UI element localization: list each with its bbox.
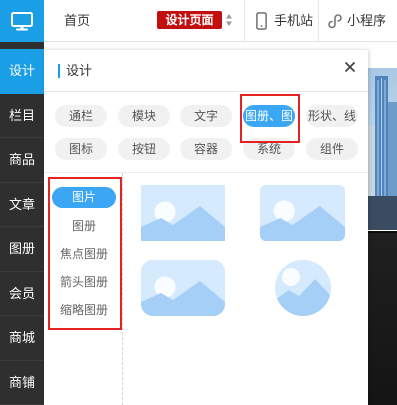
title-accent-bar: [58, 64, 60, 78]
category-tag-selected[interactable]: 图册、图: [243, 105, 295, 127]
logo-button[interactable]: [0, 0, 44, 42]
image-square-icon: [141, 185, 225, 241]
category-tag[interactable]: 系统: [243, 138, 295, 160]
sidebar-item-shops[interactable]: 商铺: [0, 361, 44, 405]
mini-program-icon: [328, 14, 342, 29]
close-icon[interactable]: [344, 61, 356, 73]
mini-program-label: 小程序: [347, 13, 387, 28]
sidebar-item-columns[interactable]: 栏目: [0, 94, 44, 138]
sidebar: 设计 栏目 商品 文章 图册 会员 商城 商铺: [0, 42, 44, 405]
image-circle-icon: [275, 260, 331, 316]
image-style-rounded[interactable]: [260, 185, 345, 241]
preview-dark-section: [368, 231, 397, 405]
sidebar-item-members[interactable]: 会员: [0, 272, 44, 316]
site-preview: [368, 42, 397, 405]
subcategory-item[interactable]: 箭头图册: [52, 272, 116, 293]
subcategory-item[interactable]: 焦点图册: [52, 244, 116, 265]
category-tag[interactable]: 通栏: [55, 105, 107, 127]
sidebar-item-articles[interactable]: 文章: [0, 183, 44, 227]
design-page-badge[interactable]: 设计页面: [157, 11, 222, 29]
subcategory-item[interactable]: 图片: [52, 187, 116, 208]
category-tag[interactable]: 模块: [118, 105, 170, 127]
nav-home-link[interactable]: 首页: [64, 13, 90, 29]
panel-title: 设计: [66, 63, 93, 78]
image-style-square[interactable]: [141, 185, 225, 241]
phone-icon: [256, 12, 267, 30]
top-bar: 首页 设计页面 手机站 小程序: [0, 0, 397, 42]
image-style-circle[interactable]: [275, 260, 331, 316]
category-tag[interactable]: 文字: [180, 105, 232, 127]
sidebar-item-mall[interactable]: 商城: [0, 316, 44, 361]
mini-program-link[interactable]: 小程序: [319, 0, 397, 42]
panel-header: 设计: [44, 50, 368, 92]
mobile-site-link[interactable]: 手机站: [248, 0, 318, 42]
sidebar-item-products[interactable]: 商品: [0, 138, 44, 183]
subcategory-item[interactable]: 图册: [52, 216, 116, 237]
topbar-divider: [244, 0, 245, 42]
image-rounded-icon: [260, 185, 345, 241]
design-panel: 设计 通栏 模块 文字 图册、图 形状、线 图标 按钮 容器 系统 组件 图片 …: [44, 50, 368, 405]
preview-banner-image: [368, 68, 397, 230]
subcategory-item[interactable]: 缩略图册: [52, 300, 116, 321]
mobile-site-label: 手机站: [274, 13, 314, 28]
category-tag[interactable]: 形状、线: [306, 105, 358, 127]
image-round-corner-icon: [141, 260, 225, 316]
sort-arrows-icon[interactable]: [225, 13, 233, 27]
monitor-icon: [11, 11, 33, 30]
category-tag[interactable]: 容器: [180, 138, 232, 160]
sidebar-item-design[interactable]: 设计: [0, 49, 44, 94]
category-tag[interactable]: 按钮: [118, 138, 170, 160]
category-tag[interactable]: 组件: [306, 138, 358, 160]
category-tag[interactable]: 图标: [55, 138, 107, 160]
sidebar-item-albums[interactable]: 图册: [0, 227, 44, 272]
image-style-round-corner[interactable]: [141, 260, 225, 316]
